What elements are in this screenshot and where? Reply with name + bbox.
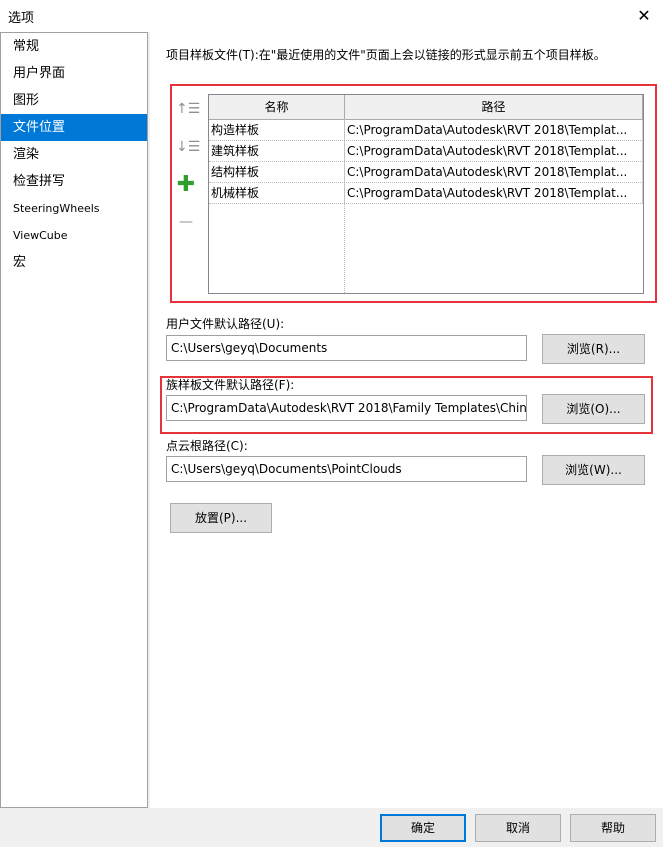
close-icon[interactable]: ✕ [633, 5, 655, 27]
user-files-path-input[interactable]: C:\Users\geyq\Documents [166, 335, 527, 361]
options-sidebar: 常规 用户界面 图形 文件位置 渲染 检查拼写 SteeringWheels V… [0, 32, 148, 808]
template-name-cell: 结构样板 [209, 162, 345, 182]
project-templates-table[interactable]: 名称 路径 构造样板 C:\ProgramData\Autodesk\RVT 2… [208, 94, 644, 294]
window-title: 选项 [8, 11, 35, 26]
column-header-name[interactable]: 名称 [209, 95, 345, 119]
sidebar-item-user-interface[interactable]: 用户界面 [1, 60, 147, 87]
places-button[interactable]: 放置(P)... [170, 503, 272, 533]
table-row[interactable]: 结构样板 C:\ProgramData\Autodesk\RVT 2018\Te… [209, 162, 643, 183]
browse-user-files-button[interactable]: 浏览(R)... [542, 334, 645, 364]
add-icon[interactable]: ✚ [176, 174, 196, 196]
template-path-cell: C:\ProgramData\Autodesk\RVT 2018\Templat… [345, 162, 643, 182]
column-header-path[interactable]: 路径 [345, 95, 643, 119]
point-cloud-path-input[interactable]: C:\Users\geyq\Documents\PointClouds [166, 456, 527, 482]
user-files-label: 用户文件默认路径(U): [166, 317, 285, 331]
sidebar-item-macros[interactable]: 宏 [1, 249, 147, 276]
file-locations-panel: 项目样板文件(T):在"最近使用的文件"页面上会以链接的形式显示前五个项目样板。… [150, 32, 663, 808]
template-name-cell: 建筑样板 [209, 141, 345, 161]
table-row[interactable]: 建筑样板 C:\ProgramData\Autodesk\RVT 2018\Te… [209, 141, 643, 162]
template-path-cell: C:\ProgramData\Autodesk\RVT 2018\Templat… [345, 141, 643, 161]
sidebar-item-graphics[interactable]: 图形 [1, 87, 147, 114]
point-cloud-label: 点云根路径(C): [166, 439, 248, 453]
move-down-icon[interactable]: ↓☰ [176, 137, 200, 157]
table-header: 名称 路径 [209, 95, 643, 120]
column-divider [344, 119, 346, 293]
table-row[interactable]: 机械样板 C:\ProgramData\Autodesk\RVT 2018\Te… [209, 183, 643, 204]
template-name-cell: 构造样板 [209, 120, 345, 140]
template-path-cell: C:\ProgramData\Autodesk\RVT 2018\Templat… [345, 183, 643, 203]
table-row[interactable]: 构造样板 C:\ProgramData\Autodesk\RVT 2018\Te… [209, 120, 643, 141]
family-templates-path-input[interactable]: C:\ProgramData\Autodesk\RVT 2018\Family … [166, 395, 527, 421]
browse-point-cloud-button[interactable]: 浏览(W)... [542, 455, 645, 485]
title-bar: 选项 ✕ [0, 0, 663, 32]
help-button[interactable]: 帮助 [570, 814, 656, 842]
family-templates-label: 族样板文件默认路径(F): [166, 378, 295, 392]
ok-button[interactable]: 确定 [380, 814, 466, 842]
sidebar-item-file-locations[interactable]: 文件位置 [1, 114, 147, 141]
remove-icon[interactable]: — [176, 212, 196, 232]
sidebar-item-steeringwheels[interactable]: SteeringWheels [1, 195, 147, 222]
browse-family-templates-button[interactable]: 浏览(O)... [542, 394, 645, 424]
move-up-icon[interactable]: ↑☰ [176, 99, 200, 119]
sidebar-item-rendering[interactable]: 渲染 [1, 141, 147, 168]
sidebar-item-check-spelling[interactable]: 检查拼写 [1, 168, 147, 195]
sidebar-item-general[interactable]: 常规 [1, 33, 147, 60]
template-path-cell: C:\ProgramData\Autodesk\RVT 2018\Templat… [345, 120, 643, 140]
sidebar-item-viewcube[interactable]: ViewCube [1, 222, 147, 249]
template-name-cell: 机械样板 [209, 183, 345, 203]
project-templates-description: 项目样板文件(T):在"最近使用的文件"页面上会以链接的形式显示前五个项目样板。 [166, 48, 606, 62]
cancel-button[interactable]: 取消 [475, 814, 561, 842]
